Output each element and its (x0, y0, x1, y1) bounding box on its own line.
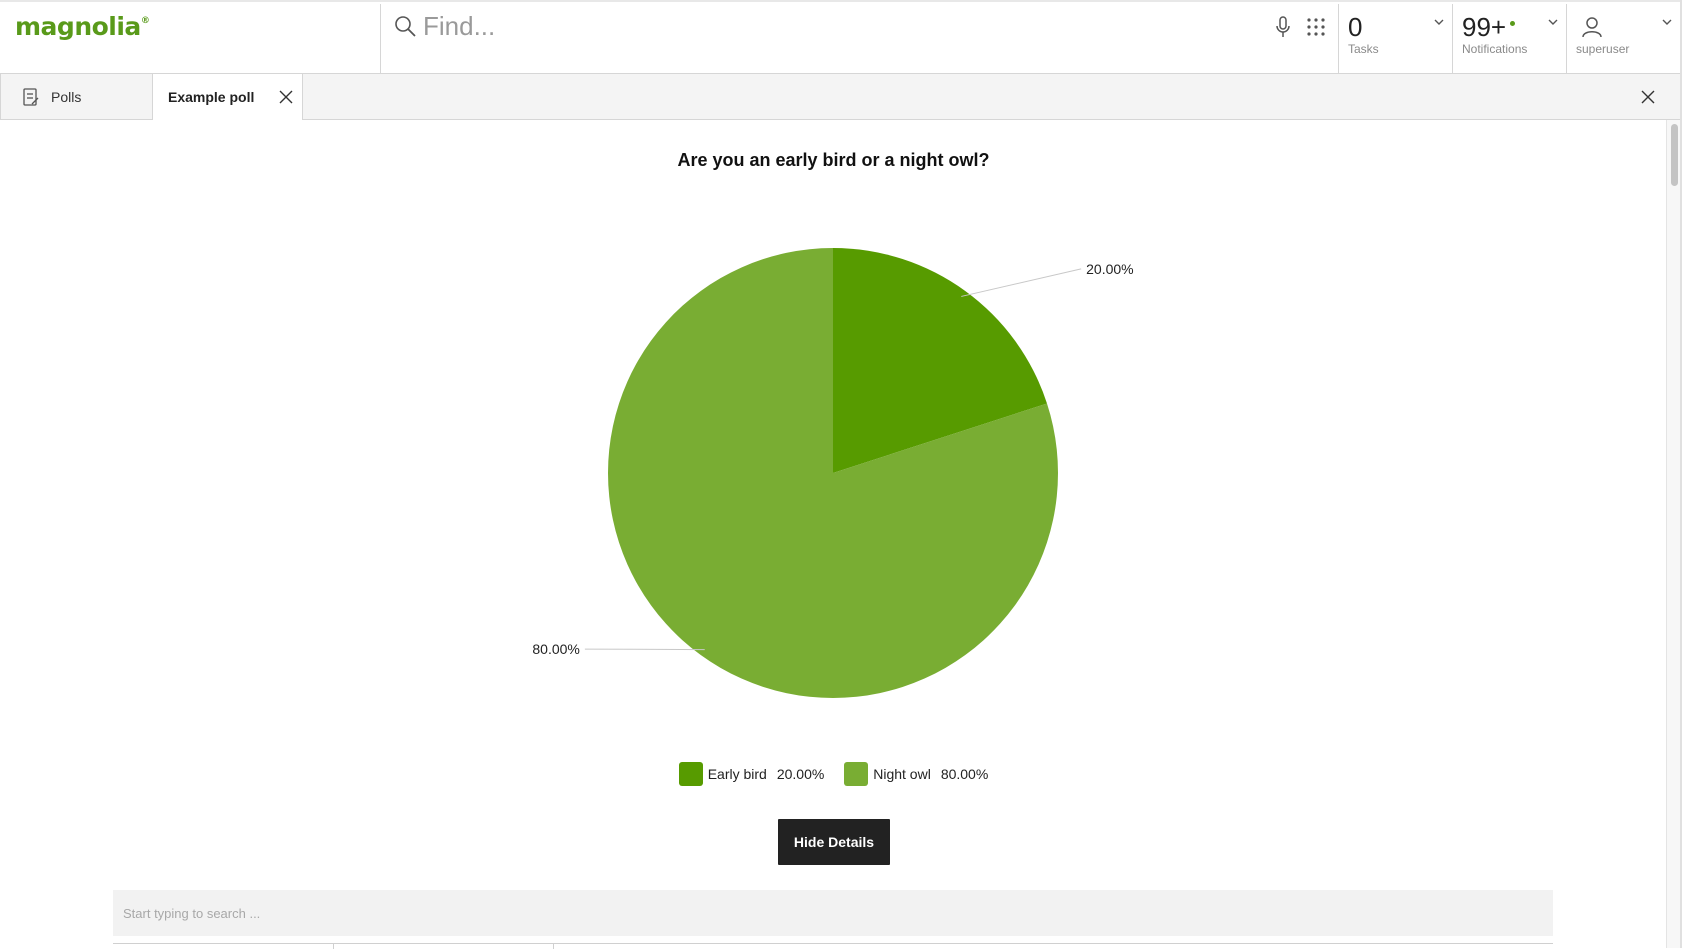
label-leader-line (961, 269, 1081, 297)
table-search-input[interactable] (113, 890, 1553, 936)
top-bar: magnolia® 0 Tasks 99+ (0, 0, 1682, 74)
unread-dot-icon (1510, 21, 1515, 26)
legend-swatch (679, 762, 703, 786)
magnolia-logo[interactable]: magnolia® (15, 12, 149, 41)
poll-results-panel: Are you an early bird or a night owl? 20… (1, 120, 1666, 948)
column-divider (553, 944, 554, 949)
data-label: 80.00% (532, 641, 579, 657)
notifications-count: 99+ (1462, 12, 1506, 42)
tab-example-poll[interactable]: Example poll (152, 74, 303, 121)
tab-polls[interactable]: Polls (0, 74, 152, 120)
microphone-icon[interactable] (1274, 16, 1292, 38)
legend-swatch (844, 762, 868, 786)
search-icon (393, 14, 417, 38)
close-all-tabs-icon[interactable] (1641, 90, 1655, 104)
pie-chart: 20.00% 80.00% (1, 120, 1666, 750)
find-input[interactable] (423, 8, 1203, 44)
user-name: superuser (1576, 42, 1629, 56)
hide-details-button[interactable]: Hide Details (778, 819, 890, 865)
notifications-label: Notifications (1462, 42, 1527, 56)
notifications-indicator[interactable]: 99+ Notifications (1452, 4, 1566, 76)
chart-legend: Early bird20.00% Night owl80.00% (1, 762, 1666, 786)
user-icon (1581, 16, 1603, 38)
poll-list-icon (23, 88, 39, 106)
apps-grid-icon[interactable] (1306, 17, 1326, 37)
chevron-down-icon (1662, 18, 1672, 26)
legend-item-early-bird[interactable]: Early bird20.00% (679, 762, 825, 786)
app-window: magnolia® 0 Tasks 99+ (0, 0, 1682, 948)
legend-item-night-owl[interactable]: Night owl80.00% (844, 762, 988, 786)
user-menu[interactable]: superuser (1566, 4, 1680, 76)
close-icon[interactable] (279, 90, 293, 104)
tasks-indicator[interactable]: 0 Tasks (1338, 4, 1452, 76)
scrollbar-thumb[interactable] (1671, 124, 1678, 186)
tasks-count: 0 (1348, 12, 1362, 43)
column-divider (333, 944, 334, 949)
chevron-down-icon (1548, 18, 1558, 26)
data-label: 20.00% (1086, 261, 1133, 277)
find-bar (380, 4, 1338, 76)
chevron-down-icon (1434, 18, 1444, 26)
table-header (113, 943, 1553, 948)
tab-polls-label: Polls (51, 89, 81, 105)
tab-bar: Polls Example poll (0, 74, 1682, 120)
tab-example-poll-label: Example poll (168, 89, 254, 105)
tasks-label: Tasks (1348, 42, 1379, 56)
